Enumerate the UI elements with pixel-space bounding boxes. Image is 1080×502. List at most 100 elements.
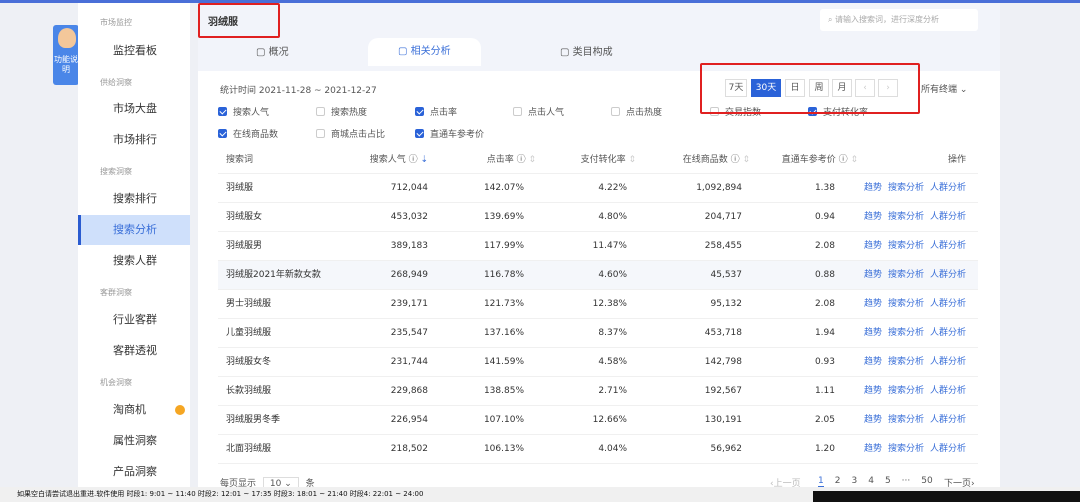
tab-related-analysis[interactable]: ▢ 相关分析 — [368, 38, 481, 66]
highlight-box-period — [700, 63, 920, 114]
cell-keyword: 男士羽绒服 — [226, 299, 272, 309]
row-actions: 趋势 搜索分析 人群分析 — [858, 377, 966, 405]
cell-value: 231,744 — [390, 357, 428, 367]
action-link[interactable]: 趋势 — [864, 415, 882, 425]
checkbox-option[interactable]: 在线商品数 — [218, 127, 278, 140]
cell-value: 107.10% — [483, 415, 524, 425]
action-link[interactable]: 人群分析 — [930, 444, 966, 454]
action-link[interactable]: 搜索分析 — [888, 183, 924, 193]
checkbox-option[interactable]: 点击热度 — [611, 105, 662, 118]
action-link[interactable]: 人群分析 — [930, 183, 966, 193]
table-row: 儿童羽绒服 235,547 137.16% 8.37% 453,718 1.94 趋势 搜索分… — [218, 319, 978, 348]
tab-category[interactable]: ▢ 类目构成 — [560, 43, 613, 58]
cell-value: 4.58% — [598, 357, 627, 367]
action-link[interactable]: 趋势 — [864, 386, 882, 396]
table-row: 羽绒服 712,044 142.07% 4.22% 1,092,894 1.38 趋势 搜索分… — [218, 174, 978, 203]
sort-icon: ⇕ — [850, 155, 858, 165]
sidebar-item[interactable]: 行业客群 — [78, 305, 190, 335]
checkbox-label: 点击人气 — [528, 108, 565, 118]
cell-value: 138.85% — [483, 386, 524, 396]
cell-value: 121.73% — [483, 299, 524, 309]
action-link[interactable]: 人群分析 — [930, 415, 966, 425]
action-link[interactable]: 搜索分析 — [888, 357, 924, 367]
sidebar-item-active[interactable]: 搜索分析 — [78, 215, 190, 245]
sidebar-item[interactable]: 淘商机 — [78, 395, 190, 425]
checkbox-option[interactable]: 点击人气 — [513, 105, 564, 118]
checkbox-option[interactable]: 搜索热度 — [316, 105, 367, 118]
action-link[interactable]: 搜索分析 — [888, 444, 924, 454]
action-link[interactable]: 搜索分析 — [888, 299, 924, 309]
cell-value: 130,191 — [704, 415, 742, 425]
cell-value: 0.94 — [814, 212, 835, 222]
feature-help-badge[interactable]: 功能说明 — [53, 25, 79, 85]
table-row: 羽绒服2021年新款女款 268,949 116.78% 4.60% 45,537 0.8… — [218, 261, 978, 290]
action-link[interactable]: 人群分析 — [930, 241, 966, 251]
action-link[interactable]: 趋势 — [864, 241, 882, 251]
checkbox-label: 直通车参考价 — [430, 130, 485, 140]
header: 羽绒服 ⌕ 请输入搜索词，进行深度分析 ▢ 概况 ▢ 相关分析 ▢ 类目构成 — [198, 3, 1000, 71]
col-conversion[interactable]: 支付转化率 ⇕ — [581, 146, 636, 174]
col-search-popularity[interactable]: 搜索人气 ⓘ ⇣ — [370, 146, 428, 174]
terminal-select[interactable]: 所有终端 ⌄ — [921, 82, 967, 95]
action-link[interactable]: 搜索分析 — [888, 415, 924, 425]
action-link[interactable]: 搜索分析 — [888, 241, 924, 251]
cell-value: 2.08 — [814, 299, 835, 309]
action-link[interactable]: 趋势 — [864, 270, 882, 280]
taskbar-overlay — [813, 491, 1080, 502]
sidebar-item[interactable]: 产品洞察 — [78, 457, 190, 487]
sidebar-item[interactable]: 监控看板 — [78, 36, 190, 66]
action-link[interactable]: 趋势 — [864, 183, 882, 193]
cell-value: 142.07% — [483, 183, 524, 193]
checkbox-option[interactable]: 点击率 — [415, 105, 457, 118]
cell-value: 239,171 — [390, 299, 428, 309]
action-link[interactable]: 搜索分析 — [888, 328, 924, 338]
cell-value: 1,092,894 — [696, 183, 742, 193]
action-link[interactable]: 人群分析 — [930, 270, 966, 280]
checkbox-label: 搜索人气 — [233, 108, 270, 118]
cell-value: 116.78% — [483, 270, 524, 280]
action-link[interactable]: 人群分析 — [930, 386, 966, 396]
cell-value: 204,717 — [704, 212, 742, 222]
checkbox-icon — [415, 107, 424, 116]
cell-value: 268,949 — [390, 270, 428, 280]
checkbox-option[interactable]: 直通车参考价 — [415, 127, 484, 140]
action-link[interactable]: 趋势 — [864, 357, 882, 367]
action-link[interactable]: 人群分析 — [930, 299, 966, 309]
action-link[interactable]: 趋势 — [864, 212, 882, 222]
action-link[interactable]: 人群分析 — [930, 357, 966, 367]
cell-value: 106.13% — [483, 444, 524, 454]
cell-value: 12.38% — [592, 299, 627, 309]
sidebar-item[interactable]: 市场大盘 — [78, 94, 190, 124]
sidebar-item[interactable]: 市场排行 — [78, 125, 190, 155]
tab-overview[interactable]: ▢ 概况 — [256, 43, 289, 58]
row-actions: 趋势 搜索分析 人群分析 — [858, 261, 966, 289]
sort-icon: ⇕ — [528, 155, 536, 165]
checkbox-option[interactable]: 商城点击占比 — [316, 127, 385, 140]
action-link[interactable]: 趋势 — [864, 299, 882, 309]
col-ztc-price[interactable]: 直通车参考价 ⓘ ⇕ — [782, 146, 858, 174]
row-actions: 趋势 搜索分析 人群分析 — [858, 290, 966, 318]
cell-value: 1.38 — [814, 183, 835, 193]
sidebar-item[interactable]: 搜索人群 — [78, 246, 190, 276]
action-link[interactable]: 人群分析 — [930, 328, 966, 338]
action-link[interactable]: 搜索分析 — [888, 386, 924, 396]
sidebar-item[interactable]: 客群透视 — [78, 336, 190, 366]
col-online-items[interactable]: 在线商品数 ⓘ ⇕ — [683, 146, 750, 174]
action-link[interactable]: 人群分析 — [930, 212, 966, 222]
sidebar-item[interactable]: 属性洞察 — [78, 426, 190, 456]
action-link[interactable]: 趋势 — [864, 444, 882, 454]
checkbox-icon — [316, 107, 325, 116]
highlight-box-title — [198, 3, 280, 38]
row-actions: 趋势 搜索分析 人群分析 — [858, 406, 966, 434]
action-link[interactable]: 趋势 — [864, 328, 882, 338]
cell-value: 1.94 — [814, 328, 835, 338]
sidebar-item[interactable]: 搜索排行 — [78, 184, 190, 214]
row-actions: 趋势 搜索分析 人群分析 — [858, 203, 966, 231]
search-input[interactable]: ⌕ 请输入搜索词，进行深度分析 — [820, 9, 978, 31]
action-link[interactable]: 搜索分析 — [888, 270, 924, 280]
cell-value: 453,718 — [704, 328, 742, 338]
checkbox-option[interactable]: 搜索人气 — [218, 105, 269, 118]
action-link[interactable]: 搜索分析 — [888, 212, 924, 222]
tab-label: 概况 — [268, 47, 289, 58]
col-ctr[interactable]: 点击率 ⓘ ⇕ — [487, 146, 536, 174]
